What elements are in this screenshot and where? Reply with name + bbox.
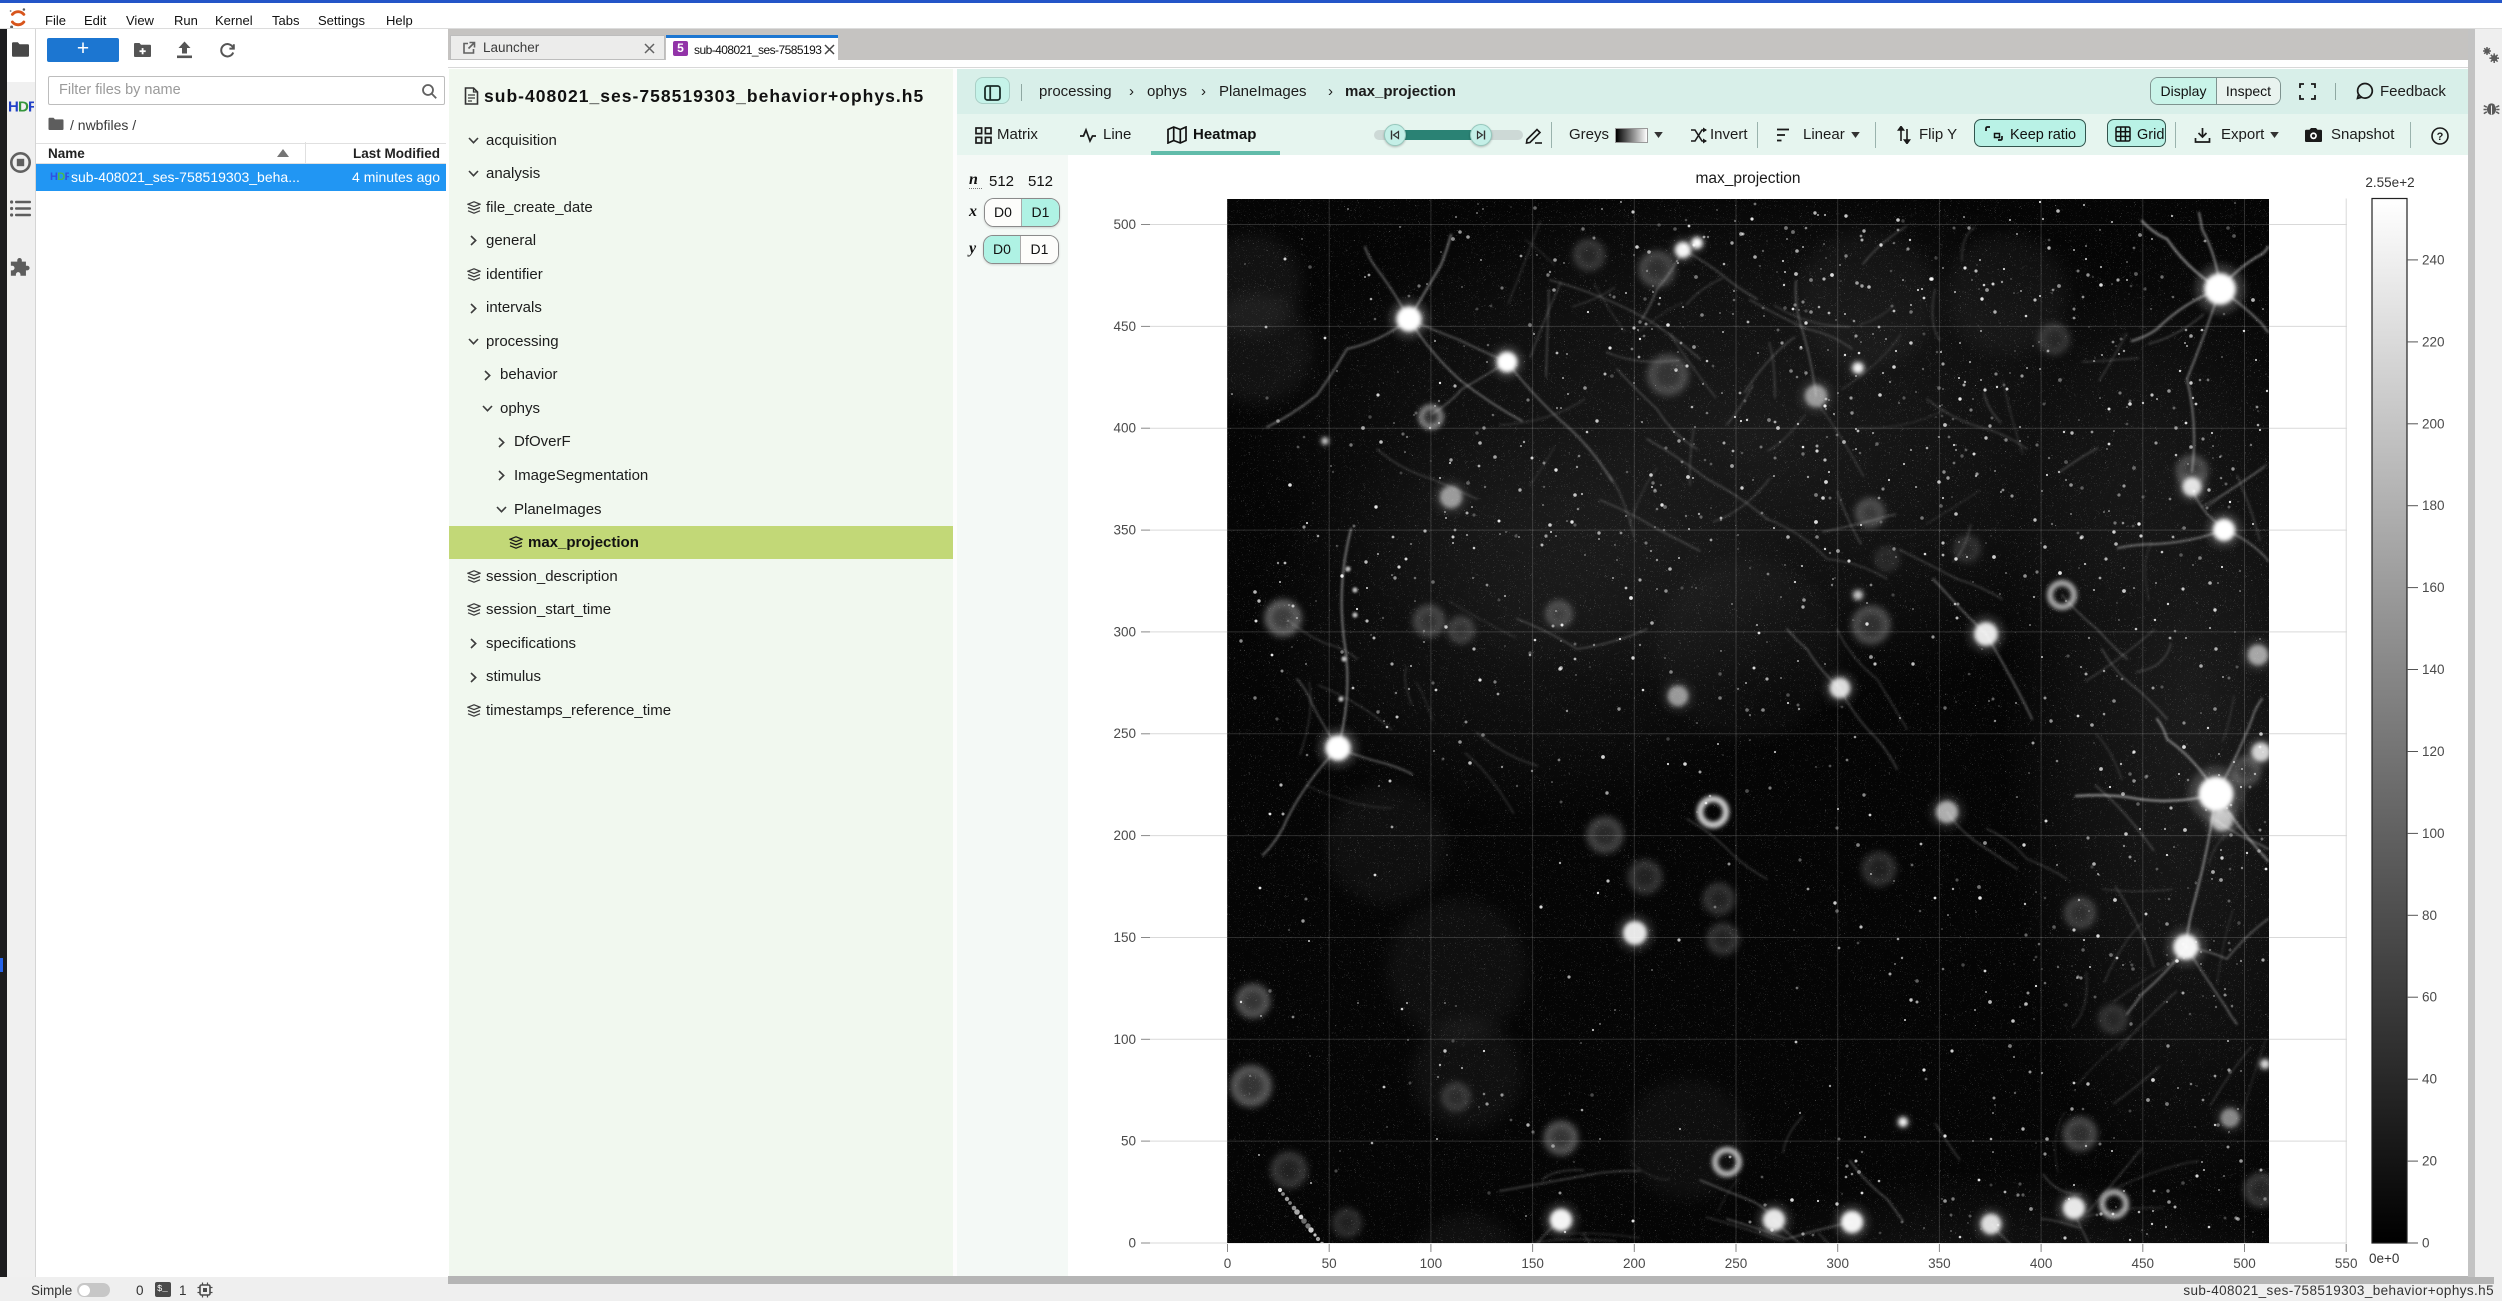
svg-text:220: 220 xyxy=(2422,334,2445,349)
svg-text:200: 200 xyxy=(1113,828,1136,843)
svg-text:200: 200 xyxy=(2422,416,2445,431)
svg-text:D: D xyxy=(18,99,29,116)
svg-text:50: 50 xyxy=(1121,1134,1136,1149)
svg-text:150: 150 xyxy=(1113,930,1136,945)
svg-text:100: 100 xyxy=(1113,1032,1136,1047)
svg-text:550: 550 xyxy=(2335,1256,2358,1271)
svg-text:H: H xyxy=(8,99,19,116)
svg-text:100: 100 xyxy=(1420,1256,1443,1271)
svg-text:250: 250 xyxy=(1113,726,1136,741)
svg-text:240: 240 xyxy=(2422,252,2445,267)
svg-text:300: 300 xyxy=(1113,624,1136,639)
svg-text:150: 150 xyxy=(1521,1256,1544,1271)
svg-text:60: 60 xyxy=(2422,990,2437,1005)
svg-text:350: 350 xyxy=(1113,523,1136,538)
svg-text:F: F xyxy=(28,99,34,116)
svg-text:?: ? xyxy=(2437,131,2444,143)
svg-text:F: F xyxy=(65,171,69,183)
svg-text:200: 200 xyxy=(1623,1256,1646,1271)
svg-text:400: 400 xyxy=(1113,421,1136,436)
svg-text:180: 180 xyxy=(2422,498,2445,513)
svg-text:0e+0: 0e+0 xyxy=(2369,1251,2399,1266)
svg-text:D: D xyxy=(57,171,65,183)
svg-text:max_projection: max_projection xyxy=(1695,170,1800,187)
svg-text:50: 50 xyxy=(1322,1256,1337,1271)
svg-text:160: 160 xyxy=(2422,580,2445,595)
svg-text:20: 20 xyxy=(2422,1154,2437,1169)
svg-text:2.55e+2: 2.55e+2 xyxy=(2365,175,2414,190)
svg-text:300: 300 xyxy=(1826,1256,1849,1271)
svg-text:500: 500 xyxy=(1113,217,1136,232)
svg-text:100: 100 xyxy=(2422,826,2445,841)
svg-text:250: 250 xyxy=(1725,1256,1748,1271)
svg-text:400: 400 xyxy=(2030,1256,2053,1271)
svg-text:0: 0 xyxy=(2422,1236,2430,1251)
svg-text:H: H xyxy=(50,171,58,183)
svg-text:350: 350 xyxy=(1928,1256,1951,1271)
svg-text:450: 450 xyxy=(2132,1256,2155,1271)
svg-text:500: 500 xyxy=(2233,1256,2256,1271)
svg-text:450: 450 xyxy=(1113,319,1136,334)
svg-text:120: 120 xyxy=(2422,744,2445,759)
svg-text:0: 0 xyxy=(1128,1236,1136,1251)
svg-text:140: 140 xyxy=(2422,662,2445,677)
svg-text:0: 0 xyxy=(1224,1256,1232,1271)
svg-text:40: 40 xyxy=(2422,1072,2437,1087)
svg-text:80: 80 xyxy=(2422,908,2437,923)
